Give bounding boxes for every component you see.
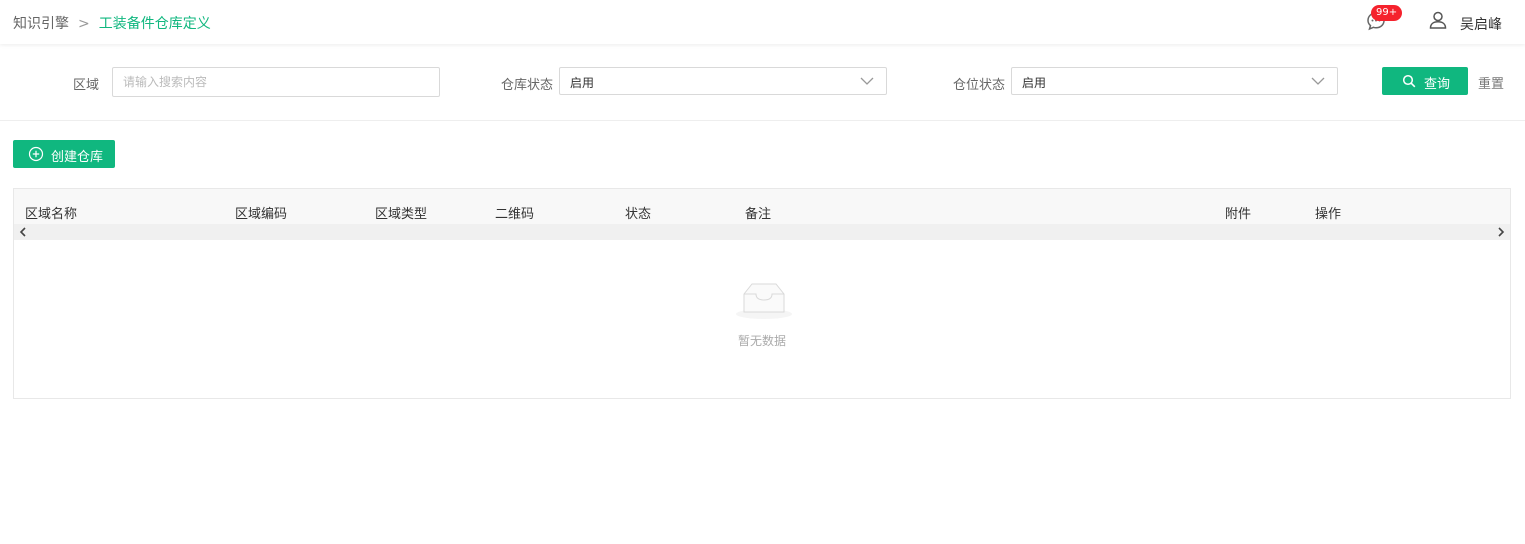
create-warehouse-label: 创建仓库 [51,150,104,165]
empty-inbox-icon [736,283,792,319]
column-header-status: 状态 [625,207,652,222]
top-header: 知识引擎 > 工装备件仓库定义 99+ 吴启峰 [0,0,1525,44]
warehouse-status-select[interactable]: 启用 [559,67,887,95]
user-icon[interactable] [1428,10,1448,30]
user-name[interactable]: 吴启峰 [1460,14,1502,34]
create-warehouse-button[interactable]: 创建仓库 [13,140,115,168]
breadcrumb: 知识引擎 > 工装备件仓库定义 [13,13,211,33]
chevron-down-icon [1311,77,1325,85]
column-header-remark: 备注 [745,207,772,222]
scroll-left-icon[interactable] [18,227,28,237]
notification-badge: 99+ [1371,5,1403,21]
reset-button[interactable]: 重置 [1478,73,1504,92]
column-header-area-code: 区域编码 [235,207,288,222]
scroll-right-icon[interactable] [1496,227,1506,237]
empty-text: 暂无数据 [737,334,786,348]
warehouse-table: 区域名称 区域编码 区域类型 二维码 状态 备注 附件 操作 暂无数据 [13,188,1511,399]
column-header-area-name: 区域名称 [25,207,78,222]
breadcrumb-current: 工装备件仓库定义 [98,16,211,32]
query-button[interactable]: 查询 [1382,67,1468,95]
column-header-qr-code: 二维码 [495,207,535,222]
area-search-input[interactable] [112,67,440,97]
breadcrumb-separator: > [78,16,90,32]
search-icon [1402,74,1416,88]
plus-circle-icon [28,146,44,162]
warehouse-status-value: 启用 [570,76,595,90]
location-status-label: 仓位状态 [953,78,1006,93]
query-label: 查询 [1424,77,1451,92]
warehouse-status-label: 仓库状态 [501,78,554,93]
table-header: 区域名称 区域编码 区域类型 二维码 状态 备注 附件 操作 [14,189,1510,224]
empty-state: 暂无数据 [14,240,1510,398]
breadcrumb-root[interactable]: 知识引擎 [13,16,69,32]
filter-bar: 区域 仓库状态 启用 仓位状态 启用 查询 重置 [0,46,1525,121]
chevron-down-icon [860,77,874,85]
horizontal-scrollbar[interactable] [14,224,1510,240]
column-header-actions: 操作 [1315,207,1342,222]
column-header-attachment: 附件 [1225,207,1252,222]
column-header-area-type: 区域类型 [375,207,428,222]
location-status-value: 启用 [1022,76,1047,90]
location-status-select[interactable]: 启用 [1011,67,1338,95]
area-label: 区域 [73,78,100,93]
